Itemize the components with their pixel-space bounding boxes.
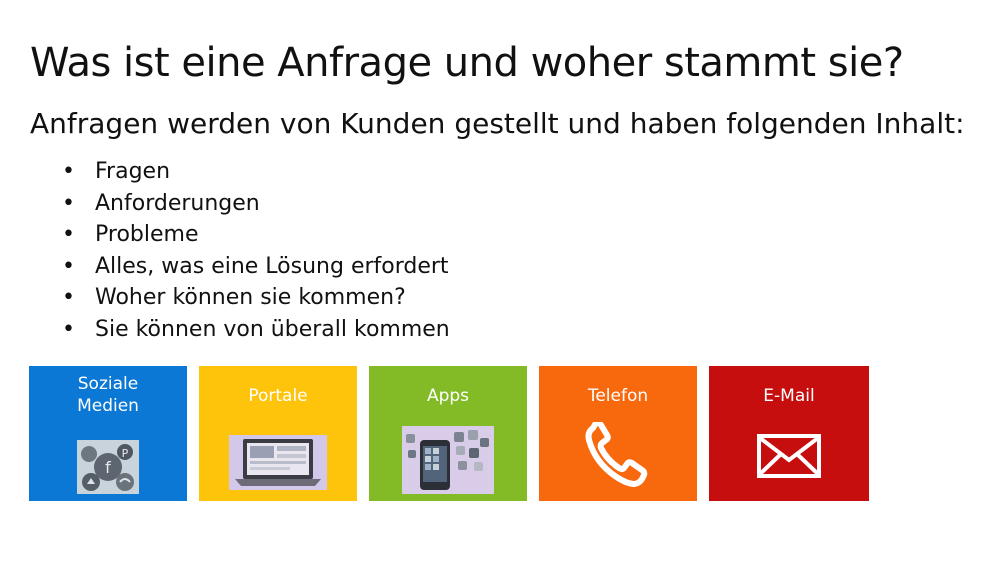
bullet-item: • Alles, was eine Lösung erfordert bbox=[62, 251, 450, 283]
bullet-dot: • bbox=[62, 159, 75, 184]
tile-label: Telefon bbox=[587, 386, 649, 406]
bullet-text: Sie können von überall kommen bbox=[95, 316, 450, 342]
tile-label-line2: Medien bbox=[77, 396, 139, 416]
phone-handset-icon bbox=[585, 419, 651, 492]
svg-text:P: P bbox=[122, 447, 129, 460]
laptop-icon bbox=[229, 435, 327, 494]
bullet-item: • Woher können sie kommen? bbox=[62, 282, 450, 314]
bullet-item: • Anforderungen bbox=[62, 188, 450, 220]
bullet-item: • Fragen bbox=[62, 156, 450, 188]
slide-subtitle: Anfragen werden von Kunden gestellt und … bbox=[30, 107, 965, 140]
bullet-text: Woher können sie kommen? bbox=[95, 285, 406, 310]
svg-text:f: f bbox=[105, 458, 111, 477]
bullet-item: • Sie können von überall kommen bbox=[62, 314, 450, 346]
tile-email: E-Mail bbox=[709, 366, 869, 501]
bullet-text: Probleme bbox=[95, 222, 199, 247]
tile-social-media: Soziale Medien f P bbox=[29, 366, 187, 501]
bullet-dot: • bbox=[62, 285, 75, 310]
tile-phone: Telefon bbox=[539, 366, 697, 501]
bullet-text: Anforderungen bbox=[95, 190, 260, 216]
tile-label: Portale bbox=[248, 386, 308, 406]
bullet-dot: • bbox=[62, 253, 75, 279]
envelope-icon bbox=[757, 434, 821, 482]
bullet-text: Alles, was eine Lösung erfordert bbox=[95, 253, 449, 279]
bullet-dot: • bbox=[62, 316, 75, 342]
tile-label-line1: Soziale bbox=[77, 374, 139, 394]
tile-label: Soziale Medien bbox=[29, 373, 187, 417]
social-media-icon: f P bbox=[77, 440, 139, 498]
bullet-text: Fragen bbox=[95, 159, 171, 184]
tile-portals: Portale bbox=[199, 366, 357, 501]
smartphone-apps-icon bbox=[402, 426, 494, 498]
channel-tiles: Soziale Medien f P Portale Apps Telefon … bbox=[29, 366, 874, 501]
tile-label: Apps bbox=[426, 386, 470, 406]
bullet-list: • Fragen • Anforderungen • Probleme • Alles,… bbox=[62, 156, 450, 345]
tile-apps: Apps bbox=[369, 366, 527, 501]
bullet-dot: • bbox=[62, 190, 75, 216]
slide-title: Was ist eine Anfrage und woher stammt si… bbox=[30, 40, 904, 86]
bullet-item: • Probleme bbox=[62, 219, 450, 251]
tile-label: E-Mail bbox=[763, 386, 815, 406]
bullet-dot: • bbox=[62, 222, 75, 247]
